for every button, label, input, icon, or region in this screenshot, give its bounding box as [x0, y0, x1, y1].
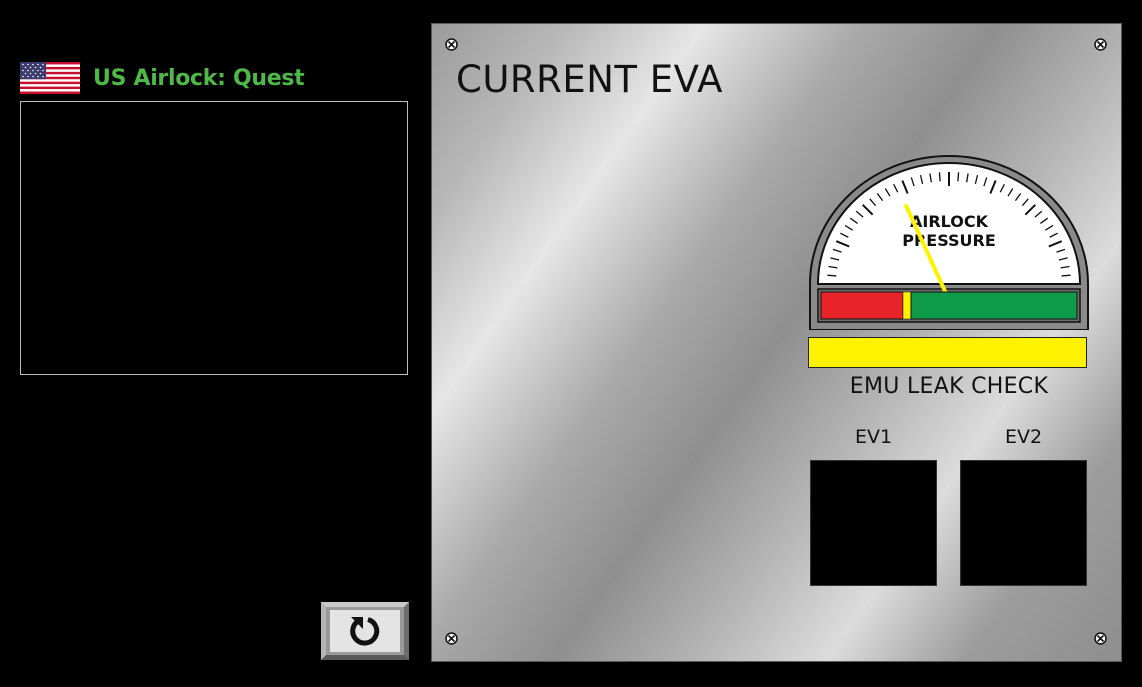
- gauge-tick: [938, 172, 941, 182]
- pressure-band: [820, 291, 1078, 320]
- emu-leak-check-indicator: [808, 337, 1087, 368]
- panel-title: CURRENT EVA: [456, 58, 723, 101]
- eva-panel: CURRENT EVA AIRLOCK PRESSURE EMU LEAK CH…: [431, 23, 1122, 662]
- ev2-label: EV2: [1004, 426, 1043, 448]
- pressure-band-low: [820, 291, 904, 320]
- ev2-status-box: [960, 460, 1087, 586]
- us-flag-icon: [20, 62, 80, 94]
- pressure-band-mid: [902, 291, 912, 320]
- pressure-band-high: [910, 291, 1078, 320]
- screw-icon: [445, 38, 458, 51]
- refresh-icon: [350, 617, 380, 646]
- airlock-pressure-gauge: AIRLOCK PRESSURE: [809, 155, 1089, 330]
- refresh-button-face[interactable]: [330, 610, 400, 652]
- gauge-tick: [957, 172, 960, 182]
- airlock-header: US Airlock: Quest: [20, 61, 305, 95]
- gauge-label-line2: PRESSURE: [902, 231, 996, 250]
- screw-icon: [445, 632, 458, 645]
- gauge-tick: [1061, 274, 1071, 277]
- refresh-button[interactable]: [321, 602, 409, 660]
- gauge-tick: [827, 274, 837, 277]
- page: US Airlock: Quest CURRENT EVA AIRLOCK PR…: [0, 0, 1142, 687]
- screw-icon: [1094, 632, 1107, 645]
- ev1-label: EV1: [854, 426, 893, 448]
- emu-leak-check-label: EMU LEAK CHECK: [849, 374, 1049, 399]
- gauge-label-line1: AIRLOCK: [910, 212, 989, 231]
- airlock-title: US Airlock: Quest: [93, 65, 305, 91]
- screw-icon: [1094, 38, 1107, 51]
- ev1-status-box: [810, 460, 937, 586]
- camera-feed-box: [20, 101, 408, 375]
